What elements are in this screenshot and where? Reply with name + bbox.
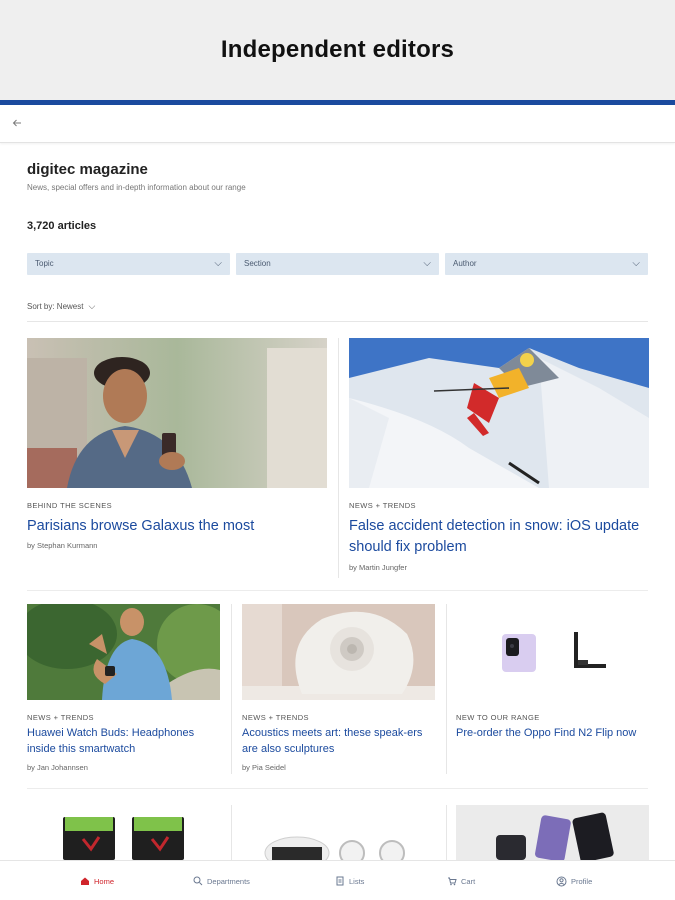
nav-label: Cart: [461, 876, 476, 886]
bottom-navigation: Home Departments Lists Cart Profile: [0, 860, 675, 900]
home-icon: [81, 877, 89, 885]
article-author[interactable]: by Jan Johannsen: [27, 763, 88, 772]
article-image-man-with-smartwatch: [27, 604, 220, 700]
divider: [446, 604, 447, 774]
article-title[interactable]: Parisians browse Galaxus the most: [27, 516, 327, 537]
article-title[interactable]: Huawei Watch Buds: Headphones inside thi…: [27, 726, 220, 757]
chevron-down-icon: ⌵: [88, 301, 96, 311]
divider: [446, 805, 447, 860]
article-kicker: News + Trends: [349, 501, 416, 510]
back-arrow-icon[interactable]: [8, 115, 26, 133]
article-card[interactable]: News + Trends Huawei Watch Buds: Headpho…: [27, 604, 220, 774]
divider: [338, 338, 339, 578]
chevron-down-icon: ⌵: [632, 258, 640, 269]
sort-label: Sort by: Newest: [27, 302, 84, 311]
article-kicker: News + Trends: [27, 713, 94, 722]
article-author[interactable]: by Pia Seidel: [242, 763, 286, 772]
article-card[interactable]: [242, 805, 435, 860]
chevron-down-icon: ⌵: [423, 258, 431, 269]
article-author[interactable]: by Martin Jungfer: [349, 563, 407, 572]
divider: [27, 321, 648, 322]
article-card[interactable]: [456, 805, 649, 860]
article-title[interactable]: False accident detection in snow: iOS up…: [349, 516, 649, 557]
banner-title: Independent editors: [220, 36, 455, 63]
article-image-hard-drives: [27, 805, 220, 860]
section-filter-label: Section: [244, 259, 271, 268]
article-card[interactable]: News + Trends Acoustics meets art: these…: [242, 604, 435, 774]
divider: [27, 788, 648, 789]
profile-icon: [556, 876, 567, 886]
nav-profile[interactable]: Profile: [556, 873, 592, 889]
article-card[interactable]: News + Trends False accident detection i…: [349, 338, 649, 578]
nav-label: Lists: [349, 876, 365, 886]
nav-lists[interactable]: Lists: [335, 873, 364, 889]
author-filter-label: Author: [453, 259, 477, 268]
cart-icon: [448, 877, 457, 886]
page-subtitle: News, special offers and in-depth inform…: [27, 183, 246, 192]
article-kicker: Behind the scenes: [27, 501, 113, 510]
section-filter-dropdown[interactable]: Section ⌵: [236, 253, 439, 275]
nav-cart[interactable]: Cart: [447, 873, 475, 889]
nav-label: Departments: [207, 876, 250, 886]
article-image-oppo-phone: [456, 604, 649, 700]
article-kicker: New to our range: [456, 713, 540, 722]
article-image-skier: [349, 338, 649, 488]
chevron-down-icon: ⌵: [214, 258, 222, 269]
nav-home[interactable]: Home: [80, 873, 114, 889]
article-title[interactable]: Pre-order the Oppo Find N2 Flip now: [456, 726, 649, 742]
nav-label: Home: [94, 876, 115, 886]
topic-filter-dropdown[interactable]: Topic ⌵: [27, 253, 230, 275]
topic-filter-label: Topic: [35, 259, 54, 268]
departments-icon: [193, 876, 203, 886]
filter-bar: Topic ⌵ Section ⌵ Author ⌵: [27, 253, 648, 275]
article-card[interactable]: New to our range Pre-order the Oppo Find…: [456, 604, 649, 774]
article-image-vr-headset: [242, 805, 435, 860]
divider: [231, 805, 232, 860]
nav-label: Profile: [571, 876, 593, 886]
article-image-phones: [456, 805, 649, 860]
screenshot-banner: Independent editors: [0, 0, 675, 100]
article-author[interactable]: by Stephan Kurmann: [27, 541, 97, 550]
article-card[interactable]: Behind the scenes Parisians browse Galax…: [27, 338, 327, 568]
article-title[interactable]: Acoustics meets art: these speak-ers are…: [242, 726, 435, 757]
article-kicker: News + Trends: [242, 713, 309, 722]
article-count: 3,720 articles: [27, 220, 97, 232]
author-filter-dropdown[interactable]: Author ⌵: [445, 253, 648, 275]
divider: [231, 604, 232, 774]
nav-departments[interactable]: Departments: [193, 873, 250, 889]
divider: [27, 590, 648, 591]
app-bar: [0, 105, 675, 143]
page-title: digitec magazine: [27, 161, 148, 178]
lists-icon: [336, 876, 344, 886]
article-image-sculpture-speaker: [242, 604, 435, 700]
article-image-man-with-phone: [27, 338, 327, 488]
sort-dropdown[interactable]: Sort by: Newest ⌵: [27, 301, 95, 312]
article-card[interactable]: [27, 805, 220, 860]
